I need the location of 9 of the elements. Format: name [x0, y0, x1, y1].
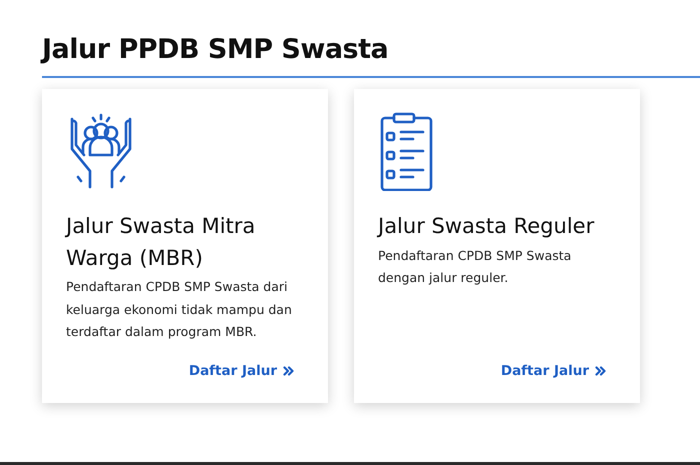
double-chevron-icon [283, 366, 294, 376]
register-link[interactable]: Daftar Jalur [500, 361, 606, 382]
card-description: Pendaftaran CPDB SMP Swasta dari keluarga ekonomi tidak mampu dan terdaftar dalam program MBR. [66, 278, 293, 342]
card-description: Pendaftaran CPDB SMP Swasta dengan jalur reguler. [378, 246, 572, 288]
card-title: Jalur Swasta Mitra Warga (MBR) [66, 213, 256, 272]
page-heading: Jalur PPDB SMP Swasta [42, 34, 390, 66]
register-link[interactable]: Daftar Jalur [188, 361, 294, 382]
double-chevron-icon [595, 366, 606, 376]
card-title: Jalur Swasta Reguler [378, 213, 596, 240]
